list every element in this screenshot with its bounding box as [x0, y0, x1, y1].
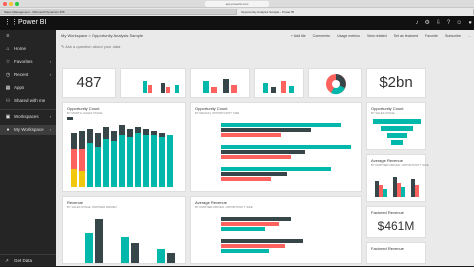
browser-tabs: Sales Management - Microsoft Dynamics 36…: [0, 9, 474, 15]
breadcrumb: My Workspace > Opportunity Analysis Samp…: [61, 33, 144, 38]
arrow-icon: ↗: [5, 258, 9, 263]
sidebar-item-workspaces[interactable]: ▣ Workspaces ›: [0, 112, 56, 122]
mini-bar-chart: [203, 79, 237, 93]
view-related-button[interactable]: View related: [367, 32, 387, 40]
bell-icon[interactable]: ♪: [415, 18, 418, 28]
sidebar-item-label: Workspaces: [14, 114, 39, 119]
revenue-partner-tile[interactable]: Revenue BY SALES STAGE, PARTNER DRIVEN: [62, 196, 186, 264]
get-data-button[interactable]: ↗ Get Data: [0, 254, 56, 266]
browser-toolbar: app.powerbi.com: [0, 0, 474, 8]
sidebar-item-home[interactable]: ⌂ Home: [0, 44, 56, 54]
factored-revenue-tile[interactable]: Factored Revenue $461M: [366, 206, 426, 238]
sidebar-item-my-workspace[interactable]: ● My Workspace ›: [0, 125, 56, 135]
chevron-right-icon: ›: [49, 72, 51, 77]
topbar-icons: ♪ ⚙ ⇩ ? ☺ ●: [415, 18, 472, 28]
revenue-total-tile[interactable]: $2bn: [366, 68, 426, 98]
usage-metrics-button[interactable]: Usage metrics: [337, 32, 360, 40]
close-window-icon[interactable]: [3, 2, 7, 6]
legend-bar-tile[interactable]: [190, 68, 250, 98]
funnel-chart: [373, 119, 421, 145]
opp-by-month-tile[interactable]: Opportunity Count BY MONTH, SALES STAGE: [62, 102, 186, 192]
comments-button[interactable]: Comments: [313, 32, 330, 40]
factored-revenue-value: $461M: [377, 219, 415, 233]
clustered-column-chart: [375, 177, 419, 197]
url-bar[interactable]: app.powerbi.com: [205, 1, 269, 7]
people-icon: ⚇: [5, 98, 11, 104]
sidebar-item-label: Home: [14, 46, 27, 51]
mini-bar-chart: [263, 81, 294, 93]
avg-revenue-partner-tile[interactable]: Average Revenue BY PARTNER DRIVEN, OPPOR…: [366, 154, 429, 202]
apps-icon: ▦: [5, 85, 11, 91]
app-brand: Power BI: [18, 19, 47, 26]
bar-chart: [221, 123, 351, 181]
stacked-column-chart: [67, 117, 173, 187]
revenue-total-value: $2bn: [379, 74, 413, 91]
add-tile-button[interactable]: + Add tile: [291, 32, 306, 40]
opp-funnel-tile[interactable]: Opportunity Count BY SALES STAGE: [366, 102, 426, 150]
factored-revenue-chart-tile[interactable]: Factored Revenue: [366, 242, 426, 264]
sidebar: ≡ ⌂ Home ☆ Favorites › ◷ Recent › ▦ Apps ⚇ Shar…: [0, 30, 56, 266]
chevron-right-icon: ›: [49, 127, 51, 132]
maximize-window-icon[interactable]: [15, 2, 19, 6]
more-options-button[interactable]: ...: [468, 32, 471, 40]
sidebar-item-label: Shared with me: [14, 98, 46, 103]
count-value: 487: [76, 74, 102, 91]
sidebar-item-label: Recent: [14, 72, 29, 77]
dashboard: My Workspace > Opportunity Analysis Samp…: [56, 30, 474, 266]
minimize-window-icon[interactable]: [9, 2, 13, 6]
help-icon[interactable]: ?: [447, 18, 450, 28]
sidebar-item-shared[interactable]: ⚇ Shared with me: [0, 96, 56, 106]
chevron-right-icon: ›: [49, 59, 51, 64]
hamburger-icon[interactable]: ≡: [0, 31, 56, 41]
avg-revenue-size-tile[interactable]: Average Revenue BY PARTNER DRIVEN, OPPOR…: [190, 196, 362, 264]
chevron-right-icon: ›: [49, 114, 51, 119]
app-launcher-icon[interactable]: ⋮⋮: [4, 19, 18, 27]
sidebar-divider: [0, 109, 56, 110]
browser-tab[interactable]: Sales Management - Microsoft Dynamics 36…: [0, 9, 237, 15]
favorite-button[interactable]: Favorite: [425, 32, 438, 40]
mini-bar-tile-2[interactable]: [254, 68, 304, 98]
home-icon: ⌂: [6, 46, 10, 52]
app-topbar: ⋮⋮ Power BI ♪ ⚙ ⇩ ? ☺ ●: [0, 16, 474, 30]
donut-tile[interactable]: [308, 68, 362, 98]
dashboard-actions: + Add tile Comments Usage metrics View r…: [291, 32, 471, 40]
sidebar-item-label: Apps: [14, 85, 25, 90]
opp-by-region-tile[interactable]: Opportunity Count BY REGION, OPPORTUNITY…: [190, 102, 362, 192]
clock-icon: ◷: [5, 72, 11, 78]
qa-input[interactable]: ✎ Ask a question about your data: [61, 43, 181, 51]
tile-title: Factored Revenue: [371, 246, 404, 251]
clustered-column-chart: [85, 219, 175, 263]
count-tile[interactable]: 487: [62, 68, 116, 98]
subscribe-button[interactable]: Subscribe: [445, 32, 461, 40]
star-icon: ☆: [5, 59, 11, 65]
sidebar-item-recent[interactable]: ◷ Recent ›: [0, 70, 56, 80]
avatar[interactable]: ●: [468, 18, 472, 28]
avatar-icon: ●: [6, 127, 10, 133]
powerbi-app: ⋮⋮ Power BI ♪ ⚙ ⇩ ? ☺ ● ≡ ⌂ Home ☆ Favorit…: [0, 16, 474, 266]
browser-window: app.powerbi.com Sales Management - Micro…: [0, 0, 474, 266]
browser-tab-active[interactable]: Opportunity Analysis Sample - Power BI: [237, 9, 474, 15]
mini-bar-chart: [143, 81, 179, 93]
download-icon[interactable]: ⇩: [436, 18, 441, 28]
sidebar-item-favorites[interactable]: ☆ Favorites ›: [0, 57, 56, 67]
sidebar-item-label: Favorites: [14, 59, 33, 64]
set-featured-button[interactable]: Set as featured: [394, 32, 418, 40]
sidebar-item-label: My Workspace: [14, 127, 44, 132]
mini-bar-tile[interactable]: [120, 68, 186, 98]
donut-chart: [326, 74, 346, 95]
sidebar-item-apps[interactable]: ▦ Apps: [0, 83, 56, 93]
workspace-icon: ▣: [5, 114, 11, 120]
smiley-icon[interactable]: ☺: [456, 18, 462, 28]
gear-icon[interactable]: ⚙: [424, 18, 429, 28]
tile-title: Factored Revenue: [371, 210, 404, 215]
bar-chart: [221, 217, 303, 253]
